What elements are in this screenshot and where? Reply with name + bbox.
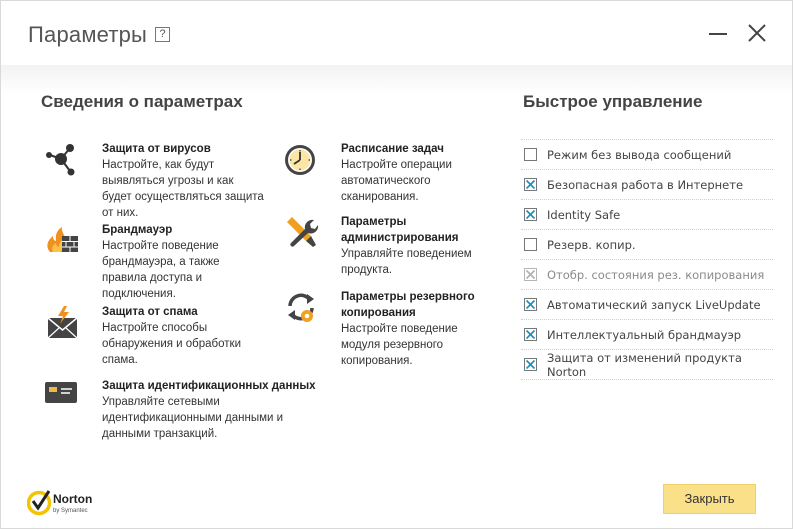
tamper-protection-checkbox[interactable] — [524, 358, 537, 371]
silent-mode-checkbox[interactable] — [524, 148, 537, 161]
tools-icon — [283, 214, 319, 250]
quick-control-row[interactable]: Защита от изменений продукта Norton — [521, 350, 773, 380]
quick-control-row: Отобр. состояния рез. копирования — [521, 260, 773, 290]
checkmark-icon — [525, 269, 536, 280]
quick-controls-title: Быстрое управление — [523, 92, 703, 111]
minimize-icon — [709, 33, 727, 35]
close-icon — [748, 24, 766, 42]
logo-text: Norton — [53, 492, 92, 506]
identity-link[interactable]: Защита идентификационных данных — [102, 378, 342, 394]
settings-section-title: Сведения о параметрах — [41, 92, 243, 111]
checkmark-icon — [525, 179, 536, 190]
auto-liveupdate-checkbox[interactable] — [524, 298, 537, 311]
settings-window: Параметры ? Сведения о параметрах Защита… — [0, 0, 793, 529]
logo-subtext: by Symantec — [53, 508, 88, 514]
identity-description: Управляйте сетевыми идентификационными д… — [102, 396, 284, 440]
identity-card-icon — [44, 378, 80, 414]
quick-control-row[interactable]: Резерв. копир. — [521, 230, 773, 260]
administrative-link[interactable]: Параметры администрирования — [341, 214, 501, 246]
checkmark-icon — [525, 209, 536, 220]
backup-status-checkbox — [524, 268, 537, 281]
spam-description: Настройте способы обнаружения и обработк… — [102, 322, 242, 366]
backup-description: Настройте поведение модуля резервного ко… — [341, 323, 458, 367]
backup-checkbox[interactable] — [524, 238, 537, 251]
task-scheduling-description: Настройте операции автоматического скани… — [341, 159, 452, 203]
quick-control-label: Identity Safe — [547, 207, 621, 222]
smart-firewall-checkbox[interactable] — [524, 328, 537, 341]
quick-control-row[interactable]: Безопасная работа в Интернете — [521, 170, 773, 200]
firewall-icon — [44, 222, 80, 258]
clock-icon — [283, 141, 319, 177]
backup-icon — [283, 289, 319, 325]
safe-web-checkbox[interactable] — [524, 178, 537, 191]
close-button[interactable]: Закрыть — [663, 484, 756, 514]
quick-control-label: Автоматический запуск LiveUpdate — [547, 297, 761, 312]
quick-control-label: Безопасная работа в Интернете — [547, 177, 744, 192]
close-window-button[interactable] — [745, 21, 769, 45]
quick-control-row[interactable]: Автоматический запуск LiveUpdate — [521, 290, 773, 320]
spam-icon — [44, 304, 80, 340]
checkmark-icon — [525, 329, 536, 340]
task-scheduling-link[interactable]: Расписание задач — [341, 141, 501, 157]
quick-controls-list: Режим без вывода сообщений Безопасная ра… — [521, 139, 773, 380]
quick-control-label: Защита от изменений продукта Norton — [547, 350, 742, 379]
checkmark-icon — [525, 359, 536, 370]
header-separator — [1, 65, 792, 93]
quick-control-label: Интеллектуальный брандмауэр — [547, 327, 742, 342]
quick-control-label: Резерв. копир. — [547, 237, 636, 252]
virus-protection-icon — [44, 141, 80, 177]
help-button[interactable]: ? — [155, 27, 170, 42]
backup-link[interactable]: Параметры резервного копирования — [341, 289, 501, 321]
quick-control-row[interactable]: Режим без вывода сообщений — [521, 140, 773, 170]
window-title: Параметры — [28, 22, 148, 47]
title-bar: Параметры ? — [1, 1, 792, 65]
checkmark-icon — [525, 299, 536, 310]
quick-control-row[interactable]: Интеллектуальный брандмауэр — [521, 320, 773, 350]
quick-control-label: Режим без вывода сообщений — [547, 147, 732, 162]
administrative-description: Управляйте поведением продукта. — [341, 248, 472, 276]
minimize-button[interactable] — [706, 21, 730, 45]
norton-logo: Norton by Symantec — [27, 488, 107, 518]
quick-control-row[interactable]: Identity Safe — [521, 200, 773, 230]
quick-control-label: Отобр. состояния рез. копирования — [547, 267, 765, 282]
identity-safe-checkbox[interactable] — [524, 208, 537, 221]
